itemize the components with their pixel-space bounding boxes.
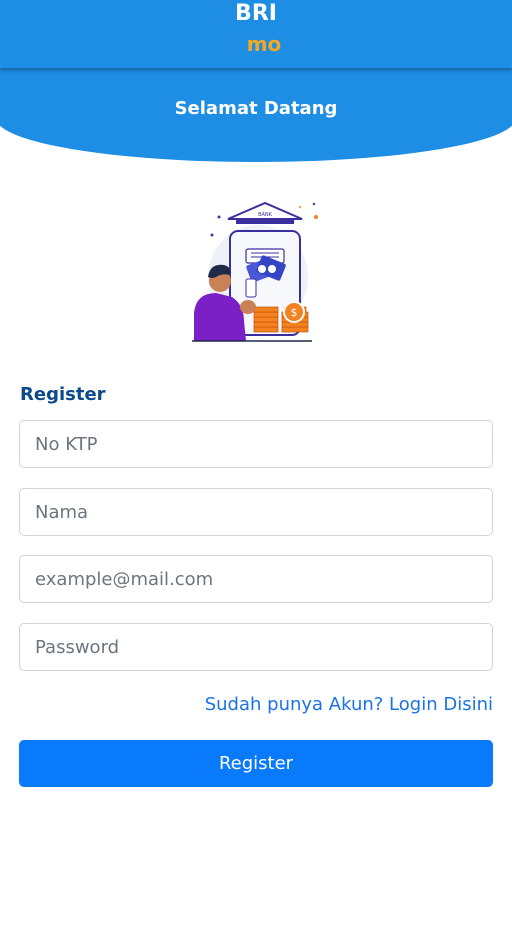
top-app-bar: BRI mo [0,0,512,68]
svg-text:$: $ [291,306,298,319]
email-input[interactable] [19,555,493,603]
welcome-heading: Selamat Datang [174,98,338,119]
password-input[interactable] [19,623,493,671]
bank-label: BANK [258,212,273,218]
ktp-number-input[interactable] [19,420,493,468]
brand-logo-line1: BRI [235,1,277,26]
register-title: Register [20,384,106,405]
bank-mobile-illustration-icon: BANK $ [192,201,318,342]
register-button[interactable]: Register [19,740,493,787]
brand-logo-line2: mo [246,32,282,56]
name-input[interactable] [19,488,493,536]
login-link[interactable]: Sudah punya Akun? Login Disini [205,694,493,715]
